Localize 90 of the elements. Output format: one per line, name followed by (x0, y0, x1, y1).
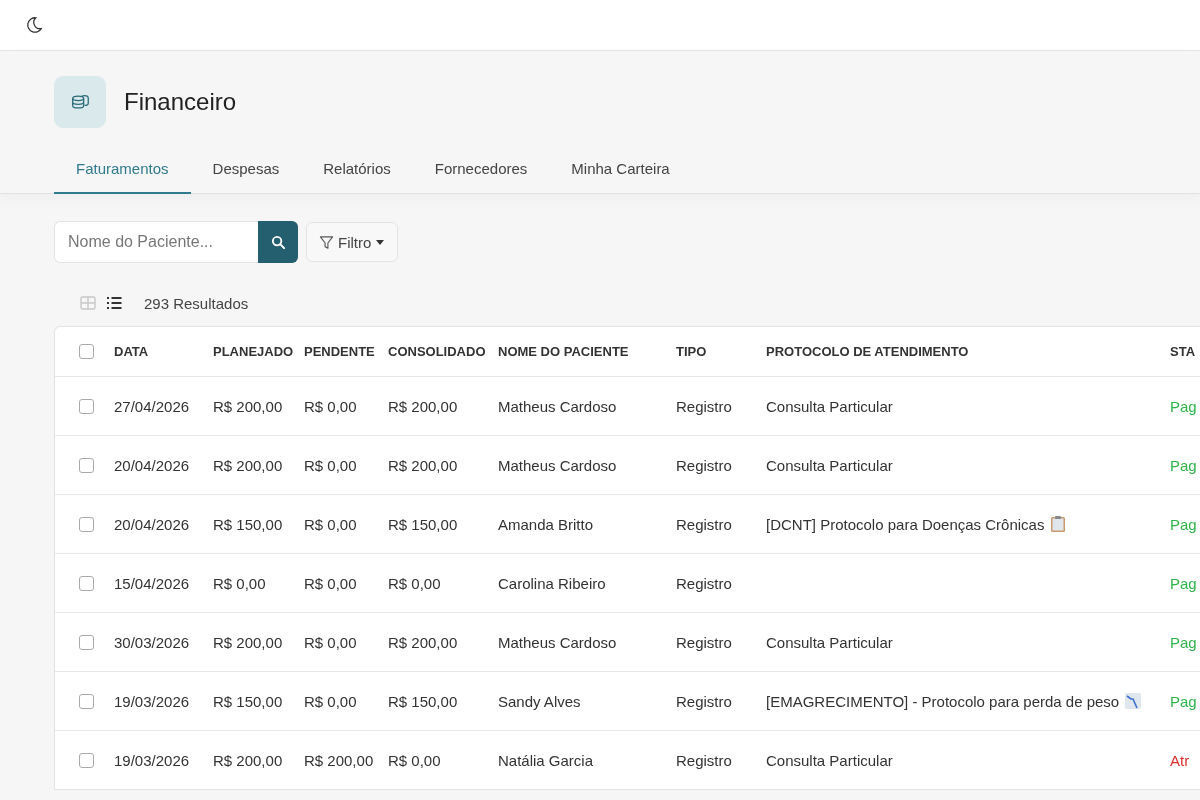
date-cell: 20/04/2026 (114, 456, 190, 474)
patient-name-cell: Natália Garcia (498, 751, 594, 769)
type-cell: Registro (676, 574, 732, 592)
column-header: STA (1170, 344, 1197, 359)
tab[interactable]: Faturamentos (54, 150, 191, 194)
patient-name-cell: Carolina Ribeiro (498, 574, 606, 592)
chart-down-icon (1125, 692, 1142, 710)
patient-name-cell: Amanda Britto (498, 515, 594, 533)
row-checkbox[interactable] (78, 457, 94, 473)
search-icon (270, 234, 286, 250)
result-count: 293 Resultados (144, 294, 249, 312)
protocol-cell: [EMAGRECIMENTO] - Protocolo para perda de peso (766, 692, 1120, 710)
amount-cell: R$ 200,00 (213, 633, 283, 651)
amount-cell: R$ 200,00 (213, 751, 283, 769)
column-header: NOME DO PACIENTE (498, 344, 630, 359)
row-checkbox[interactable] (78, 693, 94, 709)
select-all-checkbox[interactable] (78, 344, 94, 359)
protocol-cell: [DCNT] Protocolo para Doenças Crônicas (766, 515, 1045, 533)
amount-cell: R$ 150,00 (213, 515, 283, 533)
date-cell: 30/03/2026 (114, 633, 190, 651)
status-text: Pag (1170, 456, 1197, 474)
tab[interactable]: Minha Carteira (549, 150, 692, 194)
protocol-cell: Consulta Particular (766, 397, 893, 415)
type-cell: Registro (676, 692, 732, 710)
status-text: Pag (1170, 397, 1197, 415)
amount-cell: R$ 0,00 (304, 456, 357, 474)
date-cell: 19/03/2026 (114, 692, 190, 710)
list-view-icon[interactable] (106, 295, 122, 311)
amount-cell: R$ 0,00 (388, 574, 441, 592)
amount-cell: R$ 150,00 (388, 515, 458, 533)
date-cell: 20/04/2026 (114, 515, 190, 533)
status-text: Pag (1170, 515, 1197, 533)
tab[interactable]: Fornecedores (412, 150, 550, 194)
date-cell: 27/04/2026 (114, 397, 190, 415)
patient-name-cell: Matheus Cardoso (498, 456, 617, 474)
amount-cell: R$ 0,00 (304, 574, 357, 592)
protocol-cell: Consulta Particular (766, 633, 893, 651)
amount-cell: R$ 150,00 (213, 692, 283, 710)
moon-icon[interactable] (25, 16, 43, 34)
type-cell: Registro (676, 456, 732, 474)
amount-cell: R$ 200,00 (388, 633, 458, 651)
type-cell: Registro (676, 397, 732, 415)
patient-name-cell: Matheus Cardoso (498, 397, 617, 415)
tab[interactable]: Relatórios (301, 150, 413, 194)
amount-cell: R$ 0,00 (388, 751, 441, 769)
patient-name-cell: Sandy Alves (498, 692, 581, 710)
clipboard-icon (1050, 515, 1067, 533)
column-header: PENDENTE (304, 344, 376, 359)
column-header: CONSOLIDADO (388, 344, 487, 359)
date-cell: 19/03/2026 (114, 751, 190, 769)
amount-cell: R$ 150,00 (388, 692, 458, 710)
page-title: Financeiro (124, 87, 237, 116)
amount-cell: R$ 0,00 (304, 633, 357, 651)
amount-cell: R$ 0,00 (304, 515, 357, 533)
amount-cell: R$ 200,00 (388, 456, 458, 474)
type-cell: Registro (676, 515, 732, 533)
funnel-icon (319, 234, 334, 250)
column-header: TIPO (676, 344, 708, 359)
column-header: DATA (114, 344, 150, 359)
type-cell: Registro (676, 751, 732, 769)
filter-button[interactable]: Filtro (306, 222, 399, 262)
amount-cell: R$ 200,00 (304, 751, 374, 769)
status-text: Pag (1170, 574, 1197, 592)
amount-cell: R$ 0,00 (304, 692, 357, 710)
search-button[interactable] (258, 221, 298, 263)
search-field[interactable]: Nome do Paciente... (54, 221, 258, 263)
tab[interactable]: Despesas (190, 150, 302, 194)
column-header: PROTOCOLO DE ATENDIMENTO (766, 344, 970, 359)
row-checkbox[interactable] (78, 752, 94, 768)
type-cell: Registro (676, 633, 732, 651)
amount-cell: R$ 0,00 (213, 574, 266, 592)
amount-cell: R$ 200,00 (388, 397, 458, 415)
status-text: Pag (1170, 633, 1197, 651)
status-text: Pag (1170, 692, 1197, 710)
caret-icon (375, 237, 386, 247)
row-checkbox[interactable] (78, 398, 94, 414)
row-checkbox[interactable] (78, 634, 94, 650)
row-checkbox[interactable] (78, 575, 94, 591)
amount-cell: R$ 0,00 (304, 397, 357, 415)
date-cell: 15/04/2026 (114, 574, 190, 592)
protocol-cell: Consulta Particular (766, 456, 893, 474)
column-header: PLANEJADO (213, 344, 295, 359)
coins-icon (54, 75, 106, 128)
amount-cell: R$ 200,00 (213, 397, 283, 415)
status-text: Atr (1170, 751, 1190, 769)
row-checkbox[interactable] (78, 516, 94, 532)
grid-view-icon[interactable] (80, 295, 96, 311)
protocol-cell: Consulta Particular (766, 751, 893, 769)
amount-cell: R$ 200,00 (213, 456, 283, 474)
patient-name-cell: Matheus Cardoso (498, 633, 617, 651)
